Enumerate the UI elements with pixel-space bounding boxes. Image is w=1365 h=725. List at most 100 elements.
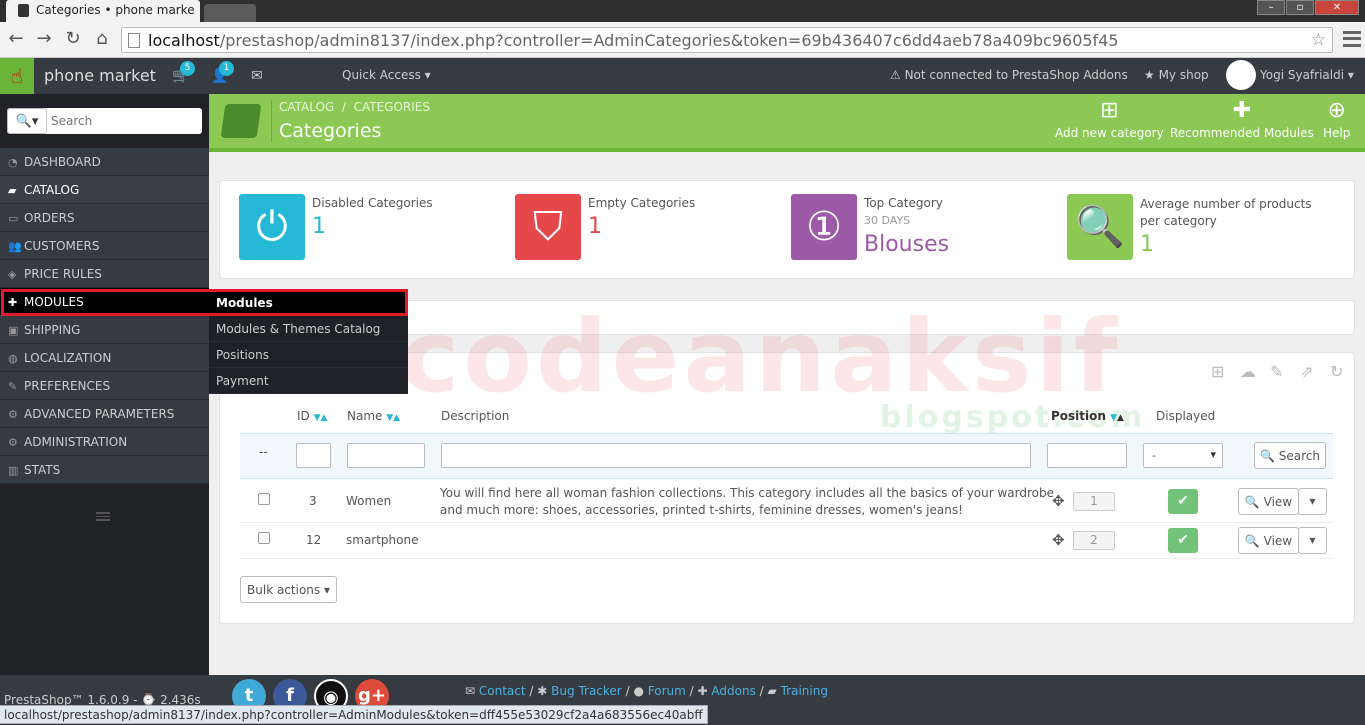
sidebar-item-localization[interactable]: ◍ LOCALIZATION — [0, 344, 209, 372]
drag-move-icon[interactable]: ✥ — [1052, 492, 1065, 510]
column-header-id[interactable]: ID ▼▲ — [297, 409, 327, 423]
row-id: 12 — [306, 533, 322, 547]
row-checkbox[interactable] — [258, 493, 270, 505]
bookmark-star-icon[interactable]: ☆ — [1311, 30, 1326, 50]
cloud-upload-icon[interactable]: ☁ — [1240, 362, 1256, 381]
customer-icon[interactable]: 👤 1 — [211, 61, 234, 84]
kpi-disabled-categories[interactable]: ⏻ Disabled Categories 1 — [239, 194, 499, 264]
kpi-top-category[interactable]: ① Top Category 30 DAYS Blouses — [791, 194, 1051, 264]
shop-name[interactable]: phone market — [44, 66, 156, 85]
footer-link-forum[interactable]: Forum — [648, 684, 686, 698]
back-icon[interactable]: ← — [5, 29, 27, 49]
help-button[interactable]: ⊕ Help — [1323, 98, 1350, 140]
kpi-value: 1 — [588, 214, 602, 239]
kpi-sublabel: 30 DAYS — [864, 214, 911, 227]
row-name: smartphone — [346, 533, 419, 547]
column-header-name[interactable]: Name ▼▲ — [347, 409, 400, 423]
filter-displayed-select[interactable]: - — [1143, 443, 1223, 468]
user-menu[interactable]: Yogi Syafrialdi ▾ — [1260, 68, 1354, 82]
filter-description-input[interactable] — [441, 443, 1031, 468]
footer-link-training[interactable]: Training — [781, 684, 828, 698]
page-icon — [128, 33, 140, 48]
sidebar-item-price-rules[interactable]: ◈ PRICE RULES — [0, 260, 209, 288]
row-checkbox[interactable] — [258, 532, 270, 544]
search-input[interactable] — [51, 111, 197, 131]
reload-icon[interactable]: ↻ — [62, 29, 84, 49]
kpi-empty-categories[interactable]: ⛉ Empty Categories 1 — [515, 194, 775, 264]
minimize-icon[interactable]: – — [1257, 0, 1285, 15]
sidebar-item-customers[interactable]: 👥 CUSTOMERS — [0, 232, 209, 260]
prestashop-logo-icon[interactable]: ☝ — [0, 58, 34, 94]
my-shop-link[interactable]: ★ My shop — [1144, 68, 1209, 82]
footer-link-bug-tracker[interactable]: Bug Tracker — [551, 684, 622, 698]
displayed-check-icon[interactable]: ✔ — [1168, 528, 1198, 553]
search-button[interactable]: 🔍 Search — [1254, 442, 1326, 469]
price-rules-icon: ◈ — [8, 268, 17, 281]
filter-id-input[interactable] — [296, 443, 331, 468]
submenu-item-payment[interactable]: Payment — [209, 368, 408, 394]
cart-badge: 5 — [180, 61, 195, 76]
filter-position-input[interactable] — [1047, 443, 1127, 468]
kpi-average-products[interactable]: 🔍 Average number of products per categor… — [1067, 194, 1337, 264]
close-icon[interactable]: ✕ — [1315, 0, 1359, 15]
avatar[interactable] — [1226, 60, 1256, 90]
breadcrumb: CATALOG / CATEGORIES — [279, 100, 430, 114]
filter-name-input[interactable] — [347, 443, 425, 468]
submenu-item-modules-themes-catalog[interactable]: Modules & Themes Catalog — [209, 316, 408, 342]
sidebar-search: 🔍▾ — [7, 108, 202, 134]
quick-access-menu[interactable]: Quick Access ▾ — [342, 68, 431, 82]
maximize-icon[interactable]: ▫ — [1286, 0, 1314, 15]
collapse-menu-icon[interactable] — [96, 512, 110, 521]
browser-tab[interactable]: Categories • phone marke — [6, 0, 200, 22]
edit-icon[interactable]: ✎ — [1270, 362, 1283, 381]
watermark-text: codeanaksif — [400, 298, 1122, 415]
forward-icon[interactable]: → — [33, 29, 55, 49]
addons-connect-link[interactable]: ⚠ Not connected to PrestaShop Addons — [890, 68, 1128, 82]
browser-tab-inactive[interactable] — [204, 4, 256, 22]
breadcrumb-catalog[interactable]: CATALOG — [279, 100, 334, 114]
url-host: localhost — [148, 31, 220, 50]
sidebar-item-preferences[interactable]: ✎ PREFERENCES — [0, 372, 209, 400]
view-button[interactable]: 🔍 View — [1238, 527, 1299, 554]
sidebar: 🔍▾ ◔DASHBOARD ▰CATALOG ▭ORDERS 👥CUSTOMER… — [0, 94, 209, 675]
footer-link-addons[interactable]: Addons — [711, 684, 755, 698]
sidebar-item-shipping[interactable]: ▣ SHIPPING — [0, 316, 209, 344]
export-icon[interactable]: ⇗ — [1300, 362, 1313, 381]
row-position: 1 — [1073, 492, 1115, 511]
search-type-button[interactable]: 🔍▾ — [7, 108, 47, 134]
puzzle-icon: ✚ — [1232, 98, 1252, 123]
row-actions-dropdown[interactable]: ▾ — [1298, 527, 1327, 554]
displayed-check-icon[interactable]: ✔ — [1168, 489, 1198, 514]
status-bar-url: localhost/prestashop/admin8137/index.php… — [0, 705, 708, 724]
add-icon[interactable]: ⊞ — [1211, 362, 1224, 381]
breadcrumb-categories[interactable]: CATEGORIES — [354, 100, 430, 114]
footer-link-contact[interactable]: Contact — [479, 684, 526, 698]
submenu-item-positions[interactable]: Positions — [209, 342, 408, 368]
preferences-icon: ✎ — [8, 380, 18, 393]
sidebar-item-dashboard[interactable]: ◔ DASHBOARD — [0, 148, 209, 176]
view-button[interactable]: 🔍 View — [1238, 488, 1299, 515]
sidebar-item-stats[interactable]: ▥ STATS — [0, 456, 209, 484]
column-header-position[interactable]: Position ▼▲ — [1051, 409, 1124, 423]
url-input[interactable]: localhost/prestashop/admin8137/index.php… — [121, 27, 1333, 53]
sidebar-item-administration[interactable]: ⚙ ADMINISTRATION — [0, 428, 209, 456]
bug-icon: ✱ — [537, 684, 548, 698]
sidebar-item-advanced-parameters[interactable]: ⚙ ADVANCED PARAMETERS — [0, 400, 209, 428]
page-title: Categories — [279, 120, 382, 142]
row-actions-dropdown[interactable]: ▾ — [1298, 488, 1327, 515]
recommended-modules-button[interactable]: ✚ Recommended Modules — [1170, 98, 1314, 140]
sidebar-item-catalog[interactable]: ▰ CATALOG — [0, 176, 209, 204]
drag-move-icon[interactable]: ✥ — [1052, 531, 1065, 549]
home-icon[interactable]: ⌂ — [91, 29, 113, 49]
cart-icon[interactable]: 🛒 5 — [172, 61, 195, 84]
comments-icon: ● — [633, 684, 644, 698]
bulk-actions-button[interactable]: Bulk actions ▾ — [240, 576, 337, 603]
sidebar-item-orders[interactable]: ▭ ORDERS — [0, 204, 209, 232]
stats-icon: ▥ — [8, 464, 19, 477]
messages-icon[interactable]: ✉ — [251, 68, 263, 84]
add-new-category-button[interactable]: ⊞ Add new category — [1055, 98, 1164, 140]
customers-icon: 👥 — [8, 240, 22, 253]
refresh-icon[interactable]: ↻ — [1330, 362, 1343, 381]
money-icon: ① — [791, 194, 857, 260]
browser-menu-icon[interactable] — [1343, 31, 1361, 47]
